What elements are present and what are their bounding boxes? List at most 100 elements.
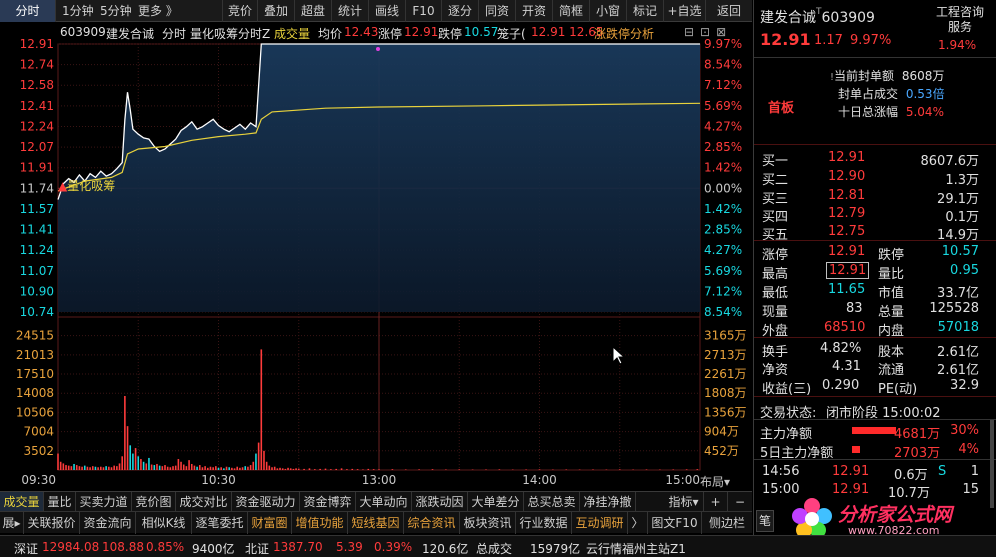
tab-industry-data[interactable]: 行业数据 <box>516 512 572 534</box>
volume-tick-label: 21013 <box>16 348 54 362</box>
same-fund-button[interactable]: 同资 <box>479 0 516 22</box>
tab-buy-sell-force[interactable]: 买卖力道 <box>76 492 132 512</box>
seal-ratio: 封单占成交 0.53倍 <box>838 87 945 101</box>
f10-button[interactable]: F10 <box>406 0 442 22</box>
tab-news[interactable]: 综合资讯 <box>404 512 460 534</box>
pct-tick-label: 0.00% <box>704 181 742 195</box>
small-window-button[interactable]: 小窗 <box>590 0 627 22</box>
indicator-tabs: 成交量 量比 买卖力道 竞价图 成交对比 资金驱动力 资金博弈 大单动向 涨跌动… <box>0 491 752 512</box>
volume-amount-label: 3165万 <box>704 329 747 343</box>
tab-sidebar[interactable]: 侧边栏 <box>702 512 752 534</box>
tab-total-buy-sell[interactable]: 总买总卖 <box>524 492 580 512</box>
tab-volume-ratio[interactable]: 量比 <box>44 492 76 512</box>
tab-intraday[interactable]: 分时 <box>0 0 56 22</box>
tab-expand[interactable]: 展▸ <box>0 512 24 534</box>
stat-row: 最高 12.91 量比 0.95 <box>762 262 979 282</box>
chart-header: 603909 建发合诚 分时 量化吸筹分时Z 成交量 均价 12.43 涨停 1… <box>0 22 752 42</box>
layout-dropdown[interactable]: 布局▾ <box>700 473 730 490</box>
stats-button[interactable]: 统计 <box>332 0 369 22</box>
panel-scrollbar[interactable] <box>990 420 994 508</box>
tab-value-added[interactable]: 增值功能 <box>292 512 348 534</box>
volume-tick-label: 3502 <box>23 444 54 458</box>
limit-down-value: 10.57 <box>464 25 499 39</box>
auction-button[interactable]: 竞价 <box>222 0 258 22</box>
tabs-scroll-right[interactable]: 〉 <box>628 512 648 534</box>
tab-fund-drive[interactable]: 资金驱动力 <box>232 492 300 512</box>
volume-tick-label: 17510 <box>16 367 54 381</box>
super-button[interactable]: 超盘 <box>295 0 332 22</box>
mark-button[interactable]: 标记 <box>627 0 664 22</box>
limit-analysis-link[interactable]: 涨跌停分析 <box>594 25 654 42</box>
price-tick-label: 10.74 <box>20 305 54 319</box>
tab-big-diff[interactable]: 大单差分 <box>468 492 524 512</box>
trade-state: 交易状态: 闭市阶段 15:00:02 <box>760 406 941 421</box>
remove-indicator-button[interactable]: − <box>728 492 752 512</box>
pct-tick-label: 7.12% <box>704 78 742 92</box>
price-tick-label: 11.91 <box>20 161 54 175</box>
tab-fund-flow[interactable]: 资金流向 <box>80 512 136 534</box>
pct-tick-label: 8.54% <box>704 305 742 319</box>
tab-1min[interactable]: 1分钟 <box>62 0 94 22</box>
volume-amount-label: 904万 <box>704 425 739 439</box>
overlay-button[interactable]: 叠加 <box>258 0 295 22</box>
draw-button[interactable]: 画线 <box>369 0 406 22</box>
tab-5min[interactable]: 5分钟 <box>100 0 132 22</box>
simple-frame-button[interactable]: 简框 <box>553 0 590 22</box>
mouse-cursor-icon <box>612 346 626 365</box>
tab-interactive-research[interactable]: 互动调研 <box>572 512 628 534</box>
price-tick-label: 11.41 <box>20 223 54 237</box>
tab-change-cause[interactable]: 涨跌动因 <box>412 492 468 512</box>
price-tick-label: 12.07 <box>20 140 54 154</box>
sector-label[interactable]: 工程咨询 服务 <box>929 5 991 35</box>
tick-side-tab[interactable]: 笔 <box>756 510 774 532</box>
tab-short-gene[interactable]: 短线基因 <box>348 512 404 534</box>
volume-label: 成交量 <box>274 27 311 41</box>
time-tick-label: 10:30 <box>201 473 236 487</box>
price-pct: 9.97% <box>850 33 892 48</box>
tab-tick-orders[interactable]: 逐笔委托 <box>192 512 248 534</box>
stat-row: 外盘 68510 内盘 57018 <box>762 320 979 339</box>
chart-toolbar: 分时 1分钟 5分钟 更多 》 竞价 叠加 超盘 统计 画线 F10 逐分 同资… <box>0 0 752 22</box>
volume-amount-label: 2713万 <box>704 348 747 362</box>
tab-trade-compare[interactable]: 成交对比 <box>176 492 232 512</box>
tab-more[interactable]: 更多 》 <box>138 0 178 22</box>
tab-big-order[interactable]: 大单动向 <box>356 492 412 512</box>
tab-net-order[interactable]: 净挂净撤 <box>580 492 636 512</box>
tab-sector-news[interactable]: 板块资讯 <box>460 512 516 534</box>
time-tick-label: 09:30 <box>21 473 56 487</box>
flower-logo-icon <box>792 498 832 538</box>
tick-row: 14:56 12.91 0.6万 S 1 <box>762 464 979 483</box>
cage-label: 笼子( <box>497 27 526 41</box>
quote-stock-name: 建发合诚T603909 <box>760 7 875 26</box>
tab-similar-kline[interactable]: 相似K线 <box>136 512 192 534</box>
tab-volume[interactable]: 成交量 <box>0 492 44 512</box>
per-minute-button[interactable]: 逐分 <box>442 0 479 22</box>
back-button[interactable]: 返回 <box>706 0 752 22</box>
volume-amount-label: 1808万 <box>704 386 747 400</box>
function-tabs: 展▸ 关联报价 资金流向 相似K线 逐笔委托 财富圈 增值功能 短线基因 综合资… <box>0 511 752 534</box>
tab-related-quotes[interactable]: 关联报价 <box>24 512 80 534</box>
pct-tick-label: 5.69% <box>704 264 742 278</box>
add-watchlist-button[interactable]: +自选 <box>664 0 706 22</box>
pct-tick-label: 2.85% <box>704 140 742 154</box>
volume-bars <box>57 349 699 470</box>
indicator-dropdown[interactable]: 指标▾ <box>664 492 704 512</box>
chart-window-controls[interactable]: ⊟⊡⊠ <box>684 25 732 39</box>
first-board-badge: 首板 <box>768 101 795 116</box>
price-fill-area <box>58 44 700 312</box>
add-indicator-button[interactable]: + <box>704 492 728 512</box>
tab-auction-chart[interactable]: 竞价图 <box>132 492 176 512</box>
tab-fund-game[interactable]: 资金博弈 <box>300 492 356 512</box>
open-fund-button[interactable]: 开资 <box>516 0 553 22</box>
price-area <box>58 44 700 312</box>
indicator-name[interactable]: 量化吸筹分时Z <box>190 25 270 42</box>
price-tick-label: 12.74 <box>20 58 54 72</box>
time-axis: 09:30 10:30 13:00 14:00 15:00 <box>21 473 700 487</box>
tab-wealth-circle[interactable]: 财富圈 <box>248 512 292 534</box>
pct-tick-label: 1.42% <box>704 202 742 216</box>
intraday-chart[interactable]: 12.91 12.74 12.58 12.41 12.24 12.07 11.91 11.74… <box>0 22 752 492</box>
avg-value: 12.43 <box>344 25 379 39</box>
price-tick-label: 11.74 <box>20 181 54 195</box>
tab-f10[interactable]: 图文F10 <box>648 512 702 534</box>
price-axis-left: 12.9112.7412.5812.4112.2412.0711.9111.74… <box>16 37 54 458</box>
